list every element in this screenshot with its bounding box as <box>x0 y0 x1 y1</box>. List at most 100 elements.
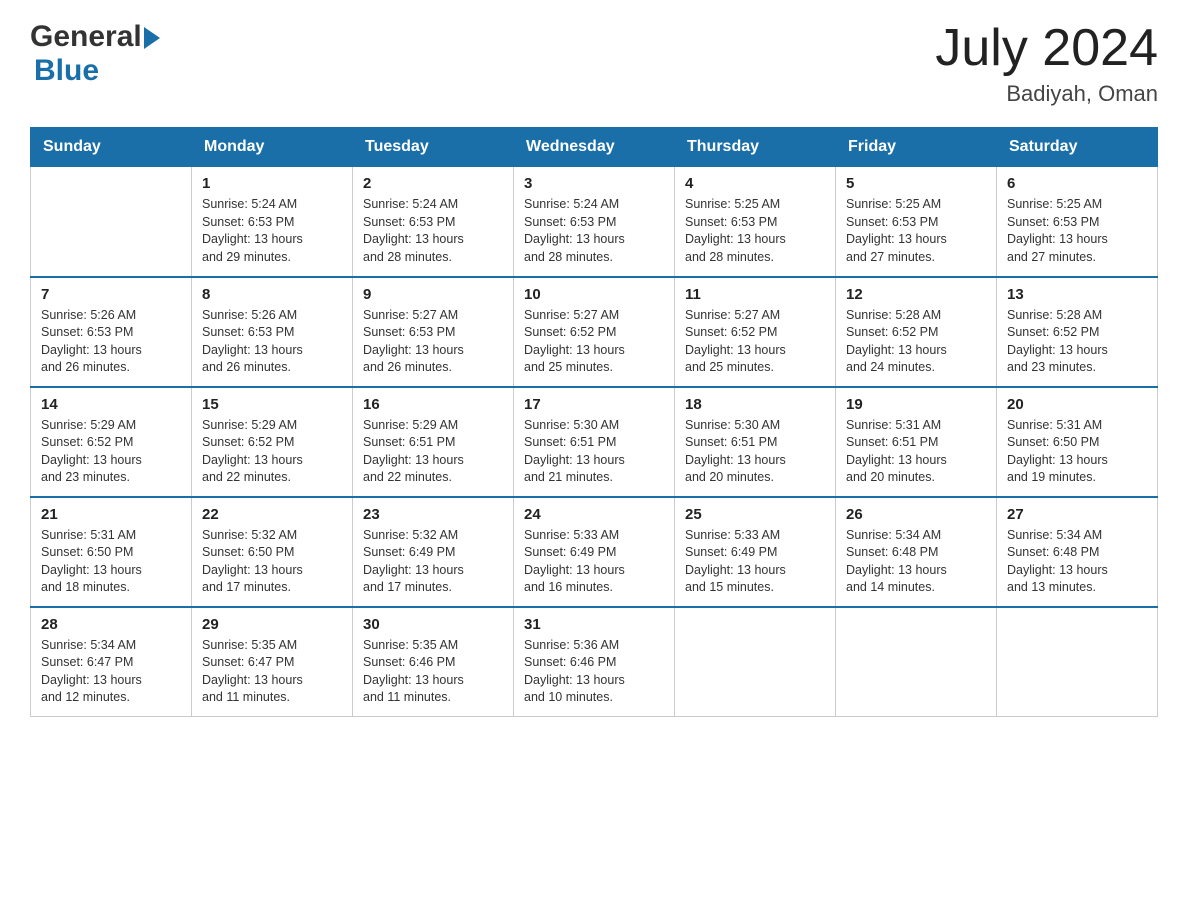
day-number: 30 <box>363 616 503 633</box>
day-info: Sunrise: 5:34 AM Sunset: 6:47 PM Dayligh… <box>41 637 181 707</box>
calendar-cell: 1Sunrise: 5:24 AM Sunset: 6:53 PM Daylig… <box>192 167 353 277</box>
day-number: 21 <box>41 506 181 523</box>
calendar-table: SundayMondayTuesdayWednesdayThursdayFrid… <box>30 127 1158 717</box>
calendar-cell: 3 Sunrise: 5:24 AM Sunset: 6:53 PM Daylig… <box>514 167 675 277</box>
day-info: Sunrise: 5:26 AM Sunset: 6:53 PM Dayligh… <box>41 307 181 377</box>
day-number: 2 <box>363 175 503 192</box>
day-info: Sunrise: 5:33 AM Sunset: 6:49 PM Dayligh… <box>685 527 825 597</box>
day-info: Sunrise: 5:24 AM Sunset: 6:53 PM Dayligh… <box>202 196 342 266</box>
calendar-cell: 18 Sunrise: 5:30 AM Sunset: 6:51 PM Dayli… <box>675 387 836 497</box>
weekday-header-saturday: Saturday <box>997 128 1158 167</box>
day-info: Sunrise: 5:24 AM Sunset: 6:53 PM Dayligh… <box>363 196 503 266</box>
calendar-cell: 24Sunrise: 5:33 AM Sunset: 6:49 PM Dayli… <box>514 497 675 607</box>
weekday-header-sunday: Sunday <box>31 128 192 167</box>
day-info: Sunrise: 5:32 AM Sunset: 6:49 PM Dayligh… <box>363 527 503 597</box>
title-area: July 2024 Badiyah, Oman <box>935 20 1158 107</box>
calendar-cell: 4 Sunrise: 5:25 AM Sunset: 6:53 PM Daylig… <box>675 167 836 277</box>
day-number: 31 <box>524 616 664 633</box>
calendar-cell <box>997 607 1158 717</box>
day-info: Sunrise: 5:31 AM Sunset: 6:50 PM Dayligh… <box>1007 417 1147 487</box>
calendar-cell: 31 Sunrise: 5:36 AM Sunset: 6:46 PM Dayli… <box>514 607 675 717</box>
day-number: 25 <box>685 506 825 523</box>
day-number: 10 <box>524 286 664 303</box>
day-info: Sunrise: 5:25 AM Sunset: 6:53 PM Dayligh… <box>685 196 825 266</box>
calendar-cell: 14 Sunrise: 5:29 AM Sunset: 6:52 PM Dayli… <box>31 387 192 497</box>
week-row-2: 7 Sunrise: 5:26 AM Sunset: 6:53 PM Daylig… <box>31 277 1158 387</box>
weekday-header-friday: Friday <box>836 128 997 167</box>
calendar-cell: 6 Sunrise: 5:25 AM Sunset: 6:53 PM Daylig… <box>997 167 1158 277</box>
day-number: 4 <box>685 175 825 192</box>
day-number: 14 <box>41 396 181 413</box>
page-header: General Blue July 2024 Badiyah, Oman <box>30 20 1158 107</box>
calendar-cell: 27Sunrise: 5:34 AM Sunset: 6:48 PM Dayli… <box>997 497 1158 607</box>
calendar-cell: 11 Sunrise: 5:27 AM Sunset: 6:52 PM Dayli… <box>675 277 836 387</box>
day-number: 27 <box>1007 506 1147 523</box>
day-number: 17 <box>524 396 664 413</box>
calendar-cell: 5 Sunrise: 5:25 AM Sunset: 6:53 PM Daylig… <box>836 167 997 277</box>
day-number: 23 <box>363 506 503 523</box>
calendar-cell: 13 Sunrise: 5:28 AM Sunset: 6:52 PM Dayli… <box>997 277 1158 387</box>
day-number: 8 <box>202 286 342 303</box>
day-number: 12 <box>846 286 986 303</box>
calendar-cell: 26Sunrise: 5:34 AM Sunset: 6:48 PM Dayli… <box>836 497 997 607</box>
calendar-cell: 28Sunrise: 5:34 AM Sunset: 6:47 PM Dayli… <box>31 607 192 717</box>
day-number: 6 <box>1007 175 1147 192</box>
day-info: Sunrise: 5:28 AM Sunset: 6:52 PM Dayligh… <box>846 307 986 377</box>
logo-arrow-icon <box>144 27 166 49</box>
calendar-cell: 12 Sunrise: 5:28 AM Sunset: 6:52 PM Dayli… <box>836 277 997 387</box>
day-info: Sunrise: 5:24 AM Sunset: 6:53 PM Dayligh… <box>524 196 664 266</box>
calendar-cell: 10 Sunrise: 5:27 AM Sunset: 6:52 PM Dayli… <box>514 277 675 387</box>
logo: General Blue <box>30 20 166 88</box>
day-info: Sunrise: 5:29 AM Sunset: 6:51 PM Dayligh… <box>363 417 503 487</box>
calendar-cell: 8 Sunrise: 5:26 AM Sunset: 6:53 PM Daylig… <box>192 277 353 387</box>
calendar-cell <box>31 167 192 277</box>
day-info: Sunrise: 5:30 AM Sunset: 6:51 PM Dayligh… <box>524 417 664 487</box>
logo-blue-text: Blue <box>34 54 99 87</box>
calendar-cell: 9Sunrise: 5:27 AM Sunset: 6:53 PM Daylig… <box>353 277 514 387</box>
weekday-header-monday: Monday <box>192 128 353 167</box>
logo-general-text: General <box>30 20 142 54</box>
calendar-cell: 17 Sunrise: 5:30 AM Sunset: 6:51 PM Dayli… <box>514 387 675 497</box>
day-info: Sunrise: 5:35 AM Sunset: 6:47 PM Dayligh… <box>202 637 342 707</box>
calendar-cell: 21Sunrise: 5:31 AM Sunset: 6:50 PM Dayli… <box>31 497 192 607</box>
week-row-3: 14 Sunrise: 5:29 AM Sunset: 6:52 PM Dayli… <box>31 387 1158 497</box>
calendar-cell: 23 Sunrise: 5:32 AM Sunset: 6:49 PM Dayli… <box>353 497 514 607</box>
calendar-cell: 16 Sunrise: 5:29 AM Sunset: 6:51 PM Dayli… <box>353 387 514 497</box>
day-number: 22 <box>202 506 342 523</box>
day-info: Sunrise: 5:26 AM Sunset: 6:53 PM Dayligh… <box>202 307 342 377</box>
day-number: 26 <box>846 506 986 523</box>
calendar-cell <box>675 607 836 717</box>
day-info: Sunrise: 5:28 AM Sunset: 6:52 PM Dayligh… <box>1007 307 1147 377</box>
day-info: Sunrise: 5:27 AM Sunset: 6:52 PM Dayligh… <box>524 307 664 377</box>
weekday-header-thursday: Thursday <box>675 128 836 167</box>
weekday-header-row: SundayMondayTuesdayWednesdayThursdayFrid… <box>31 128 1158 167</box>
day-number: 15 <box>202 396 342 413</box>
day-number: 13 <box>1007 286 1147 303</box>
day-number: 7 <box>41 286 181 303</box>
week-row-5: 28Sunrise: 5:34 AM Sunset: 6:47 PM Dayli… <box>31 607 1158 717</box>
calendar-cell: 29Sunrise: 5:35 AM Sunset: 6:47 PM Dayli… <box>192 607 353 717</box>
calendar-cell: 30 Sunrise: 5:35 AM Sunset: 6:46 PM Dayli… <box>353 607 514 717</box>
calendar-cell: 25 Sunrise: 5:33 AM Sunset: 6:49 PM Dayli… <box>675 497 836 607</box>
day-info: Sunrise: 5:27 AM Sunset: 6:52 PM Dayligh… <box>685 307 825 377</box>
day-number: 18 <box>685 396 825 413</box>
week-row-4: 21Sunrise: 5:31 AM Sunset: 6:50 PM Dayli… <box>31 497 1158 607</box>
calendar-cell <box>836 607 997 717</box>
week-row-1: 1Sunrise: 5:24 AM Sunset: 6:53 PM Daylig… <box>31 167 1158 277</box>
day-info: Sunrise: 5:33 AM Sunset: 6:49 PM Dayligh… <box>524 527 664 597</box>
day-info: Sunrise: 5:35 AM Sunset: 6:46 PM Dayligh… <box>363 637 503 707</box>
day-info: Sunrise: 5:25 AM Sunset: 6:53 PM Dayligh… <box>846 196 986 266</box>
day-number: 16 <box>363 396 503 413</box>
month-year-title: July 2024 <box>935 20 1158 77</box>
day-info: Sunrise: 5:29 AM Sunset: 6:52 PM Dayligh… <box>202 417 342 487</box>
day-number: 5 <box>846 175 986 192</box>
day-info: Sunrise: 5:36 AM Sunset: 6:46 PM Dayligh… <box>524 637 664 707</box>
location-subtitle: Badiyah, Oman <box>935 81 1158 107</box>
day-info: Sunrise: 5:25 AM Sunset: 6:53 PM Dayligh… <box>1007 196 1147 266</box>
day-number: 3 <box>524 175 664 192</box>
day-info: Sunrise: 5:27 AM Sunset: 6:53 PM Dayligh… <box>363 307 503 377</box>
day-info: Sunrise: 5:29 AM Sunset: 6:52 PM Dayligh… <box>41 417 181 487</box>
day-number: 11 <box>685 286 825 303</box>
calendar-cell: 2 Sunrise: 5:24 AM Sunset: 6:53 PM Daylig… <box>353 167 514 277</box>
day-info: Sunrise: 5:30 AM Sunset: 6:51 PM Dayligh… <box>685 417 825 487</box>
